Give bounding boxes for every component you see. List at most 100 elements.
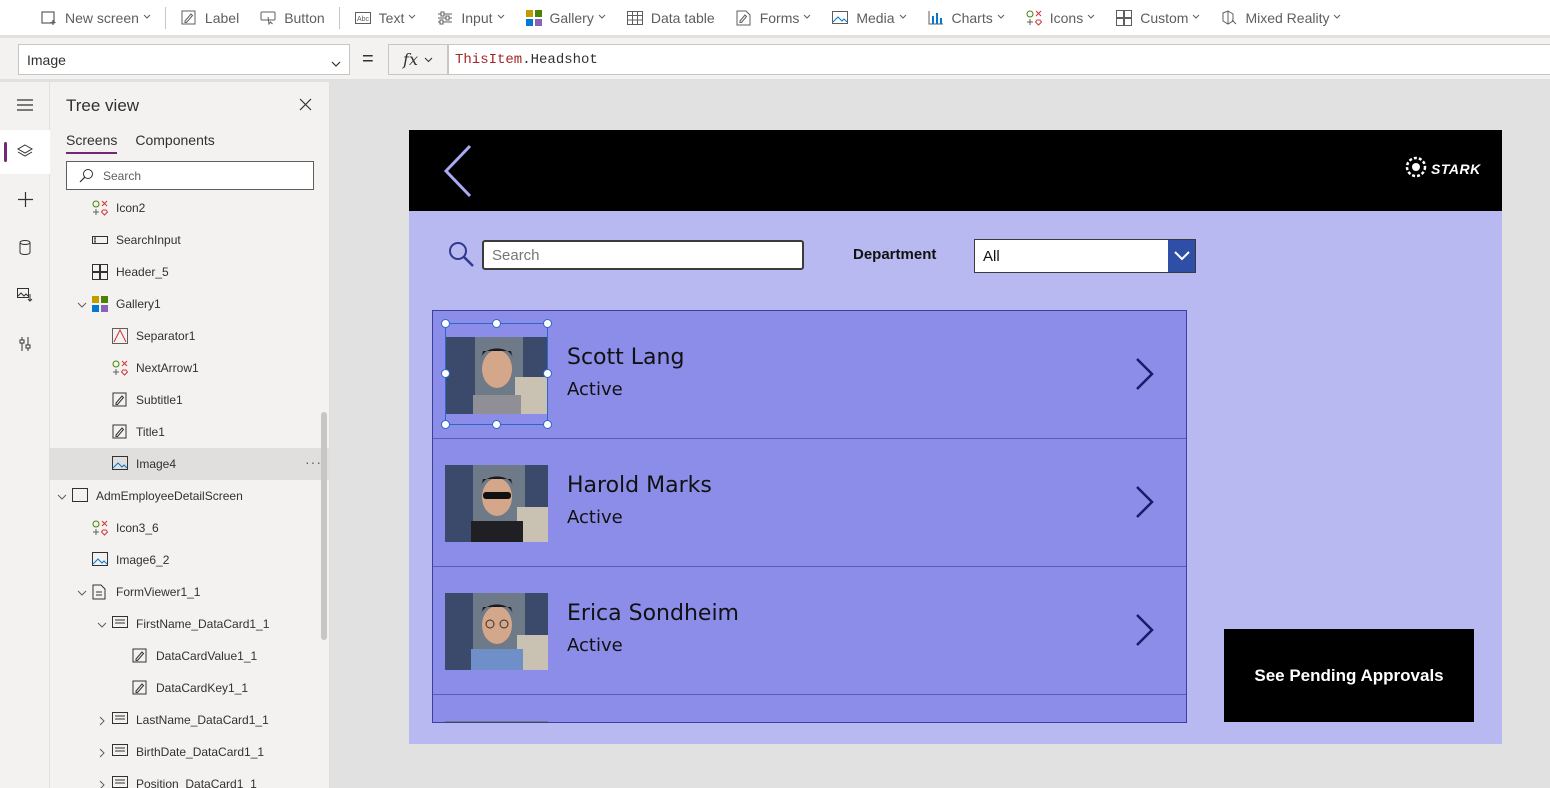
tree-node-header5[interactable]: Header_5 [50,256,329,288]
employee-headshot[interactable] [445,721,548,722]
resize-handle[interactable] [543,369,552,378]
tree-view-button[interactable] [0,130,50,174]
tree-node-gallery1[interactable]: Gallery1 [50,288,329,320]
tree-node-datacardvalue1-1[interactable]: DataCardValue1_1 [50,640,329,672]
resize-handle[interactable] [492,319,501,328]
tree-node-birthdate-datacard[interactable]: BirthDate_DataCard1_1 [50,736,329,768]
tree-node-list: Icon2 SearchInput Header_5 Gallery1 Sepa… [50,192,329,788]
insert-button[interactable] [0,179,50,223]
media-menu[interactable]: Media [821,0,916,36]
back-arrow-icon[interactable] [443,144,473,201]
tree-view-panel: Tree view Screens Components Search Icon… [50,82,330,788]
custom-menu[interactable]: Custom [1105,0,1210,36]
tab-components[interactable]: Components [135,132,214,154]
gallery-item[interactable]: Harold Marks Active [433,439,1186,567]
chevron-right-icon[interactable] [97,747,107,758]
chevron-down-icon [997,14,1005,22]
gallery-menu[interactable]: Gallery [515,0,616,36]
see-pending-approvals-button[interactable]: See Pending Approvals [1224,629,1474,722]
layers-icon [16,143,34,161]
employee-headshot[interactable] [445,593,548,670]
department-dropdown[interactable]: All [974,239,1196,273]
resize-handle[interactable] [543,420,552,429]
mixed-reality-menu[interactable]: Mixed Reality [1210,0,1351,36]
property-dropdown[interactable]: Image [18,44,350,75]
forms-icon [735,9,753,27]
gallery-item[interactable] [433,695,1186,722]
tree-node-lastname-datacard[interactable]: LastName_DataCard1_1 [50,704,329,736]
tab-screens[interactable]: Screens [66,132,118,154]
hamburger-menu-button[interactable] [0,84,50,128]
tree-node-title1[interactable]: Title1 [50,416,329,448]
tree-search-input[interactable]: Search [66,161,314,190]
resize-handle[interactable] [441,369,450,378]
fx-button[interactable]: fx [388,44,448,75]
data-table-button[interactable]: Data table [616,0,725,36]
resize-handle[interactable] [441,420,450,429]
data-button[interactable] [0,227,50,271]
tree-node-icon2[interactable]: Icon2 [50,192,329,224]
chevron-down-icon[interactable] [77,299,87,309]
text-menu[interactable]: Abc Text [344,0,427,36]
chevron-down-icon[interactable] [97,619,107,629]
close-icon[interactable] [299,98,313,112]
forms-menu[interactable]: Forms [725,0,822,36]
tree-node-searchinput[interactable]: SearchInput [50,224,329,256]
label-label: Label [204,9,240,26]
chevron-right-icon[interactable] [1135,613,1155,650]
tree-node-datacardkey1-1[interactable]: DataCardKey1_1 [50,672,329,704]
insert-ribbon: New screen Label Button Abc Text Input G… [0,0,1550,36]
tree-node-icon3-6[interactable]: Icon3_6 [50,512,329,544]
employee-headshot[interactable] [445,465,548,542]
employee-status: Active [567,507,623,528]
datacard-icon [112,712,128,728]
tree-node-subtitle1[interactable]: Subtitle1 [50,384,329,416]
formula-input[interactable]: ThisItem .Headshot [448,44,1550,75]
tree-node-separator1[interactable]: Separator1 [50,320,329,352]
chevron-down-icon [598,14,606,22]
tree-node-label: Image4 [136,457,177,471]
tree-scrollbar[interactable] [321,412,327,640]
search-icon [79,168,94,186]
chevron-down-icon [1087,14,1095,22]
department-value: All [983,247,1000,265]
gallery-item[interactable]: Scott Lang Active [433,311,1186,439]
tree-node-image6-2[interactable]: Image6_2 [50,544,329,576]
label-icon [132,648,148,664]
tree-node-image4[interactable]: Image4 ··· [50,448,329,480]
equals-sign: = [362,48,374,70]
media-button[interactable] [0,275,50,319]
chevron-down-icon [497,14,505,22]
input-menu[interactable]: Input [426,0,514,36]
chevron-right-icon[interactable] [97,779,107,788]
button-button[interactable]: Button [249,0,334,36]
chevron-right-icon[interactable] [1135,485,1155,522]
charts-menu[interactable]: Charts [917,0,1015,36]
chevron-right-icon[interactable] [97,715,107,726]
tree-node-label: Subtitle1 [136,393,183,407]
resize-handle[interactable] [441,319,450,328]
resize-handle[interactable] [492,420,501,429]
image-icon [92,552,108,568]
resize-handle[interactable] [543,319,552,328]
search-placeholder: Search [492,246,540,264]
tree-node-admemployeedetailscreen[interactable]: AdmEmployeeDetailScreen [50,480,329,512]
label-button[interactable]: Label [170,0,249,36]
chevron-down-icon[interactable] [57,491,67,501]
tree-node-label: SearchInput [116,233,181,247]
employee-gallery[interactable]: Scott Lang Active Harold Marks Active Er… [432,310,1187,723]
tree-node-formviewer1-1[interactable]: FormViewer1_1 [50,576,329,608]
tree-node-nextarrow1[interactable]: NextArrow1 [50,352,329,384]
gallery-item[interactable]: Erica Sondheim Active [433,567,1186,695]
chevron-right-icon[interactable] [1135,357,1155,394]
tree-node-position-datacard[interactable]: Position_DataCard1_1 [50,768,329,788]
advanced-tools-button[interactable] [0,323,50,367]
more-options-icon[interactable]: ··· [305,454,322,470]
tree-node-firstname-datacard[interactable]: FirstName_DataCard1_1 [50,608,329,640]
icons-menu[interactable]: Icons [1015,0,1105,36]
new-screen-button[interactable]: New screen [30,0,161,36]
chevron-down-icon[interactable] [77,587,87,597]
svg-text:Abc: Abc [357,16,370,23]
employee-search-input[interactable]: Search [482,240,804,270]
chevron-down-icon[interactable] [1168,240,1195,272]
